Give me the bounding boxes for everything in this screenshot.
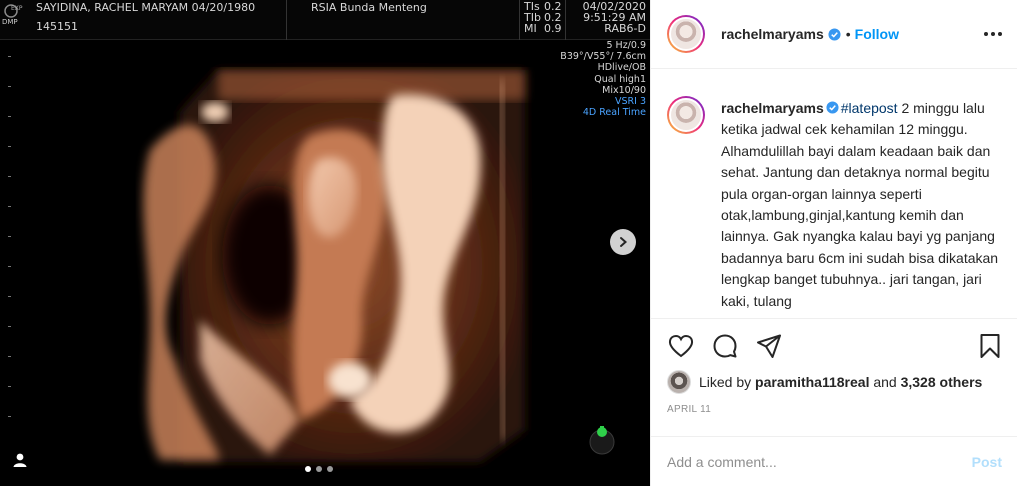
verified-badge-icon bbox=[828, 27, 841, 41]
post-caption: rachelmaryams #latepost 2 minggu lalu ket… bbox=[721, 98, 1006, 312]
comment-icon[interactable] bbox=[711, 332, 739, 360]
post-date[interactable]: APRIL 11 bbox=[667, 404, 711, 415]
post-header: rachelmaryams • Follow bbox=[651, 0, 1017, 69]
liker-username-link[interactable]: paramitha118real bbox=[755, 374, 869, 390]
likes-summary: Liked by paramitha118real and 3,328 othe… bbox=[667, 370, 982, 394]
patient-name: SAYIDINA, RACHEL MARYAM 04/20/1980 bbox=[36, 1, 256, 14]
carousel-dot bbox=[316, 466, 322, 472]
param-line: HDlive/OB bbox=[597, 62, 646, 74]
liker-avatar[interactable] bbox=[667, 370, 691, 394]
logo-bottom-text: DMP bbox=[2, 18, 18, 26]
comments-section: rachelmaryams #latepost 2 minggu lalu ket… bbox=[651, 70, 1017, 318]
logo-top-text: EXP bbox=[11, 5, 23, 12]
ultrasound-header: EXP DMP SAYIDINA, RACHEL MARYAM 04/20/19… bbox=[0, 0, 650, 40]
post-panel: rachelmaryams • Follow rachelmaryams #lat… bbox=[650, 0, 1017, 486]
heart-icon[interactable] bbox=[667, 332, 695, 360]
mi-label: MI bbox=[524, 22, 537, 35]
action-bar bbox=[651, 318, 1017, 368]
separator-dot: • bbox=[845, 26, 851, 42]
avatar[interactable] bbox=[667, 15, 705, 53]
mi-value: 0.9 bbox=[544, 22, 562, 35]
orientation-marker-icon bbox=[589, 426, 615, 455]
post-media[interactable]: EXP DMP SAYIDINA, RACHEL MARYAM 04/20/19… bbox=[0, 0, 650, 486]
scan-parameters: 5 Hz/0.9 B39°/V55°/ 7.6cm HDlive/OB Qual… bbox=[536, 40, 646, 118]
tagged-user-icon[interactable] bbox=[10, 450, 30, 470]
liked-by-prefix: Liked by bbox=[699, 374, 752, 390]
username-link[interactable]: rachelmaryams bbox=[721, 26, 824, 42]
avatar[interactable] bbox=[667, 96, 705, 134]
probe-name: RAB6-D bbox=[604, 22, 646, 35]
carousel-dot-active bbox=[305, 466, 311, 472]
caption-text: 2 minggu lalu ketika jadwal cek kehamila… bbox=[721, 100, 999, 309]
bookmark-icon[interactable] bbox=[976, 332, 1004, 360]
param-line-mode: 4D Real Time bbox=[582, 107, 646, 119]
likes-count-link[interactable]: 3,328 others bbox=[901, 374, 983, 390]
param-line: 5 Hz/0.9 bbox=[606, 40, 646, 51]
scanner-logo: EXP DMP bbox=[2, 2, 23, 30]
comment-input[interactable]: Add a comment... bbox=[667, 454, 777, 470]
liked-by-and: and bbox=[873, 374, 897, 390]
carousel-dot bbox=[327, 466, 333, 472]
verified-badge-icon bbox=[826, 101, 839, 114]
chevron-right-icon bbox=[620, 237, 628, 247]
follow-button[interactable]: Follow bbox=[855, 26, 899, 42]
param-line-vsri: VSRI 3 bbox=[615, 96, 646, 108]
clinic-name: RSIA Bunda Menteng bbox=[311, 1, 427, 14]
hashtag-link[interactable]: #latepost bbox=[841, 100, 898, 116]
carousel-indicator bbox=[305, 466, 333, 472]
param-line: Mix10/90 bbox=[602, 84, 646, 96]
patient-id: 145151 bbox=[36, 20, 78, 33]
param-line: B39°/V55°/ 7.6cm bbox=[560, 51, 646, 63]
param-line: Qual high1 bbox=[594, 73, 646, 85]
more-options-icon[interactable] bbox=[984, 27, 1002, 41]
comment-box: Add a comment... Post bbox=[651, 436, 1017, 486]
depth-scale bbox=[8, 46, 12, 446]
paper-plane-icon[interactable] bbox=[755, 332, 783, 360]
caption-username[interactable]: rachelmaryams bbox=[721, 100, 824, 116]
post-comment-button[interactable]: Post bbox=[972, 454, 1002, 470]
next-slide-button[interactable] bbox=[610, 229, 636, 255]
